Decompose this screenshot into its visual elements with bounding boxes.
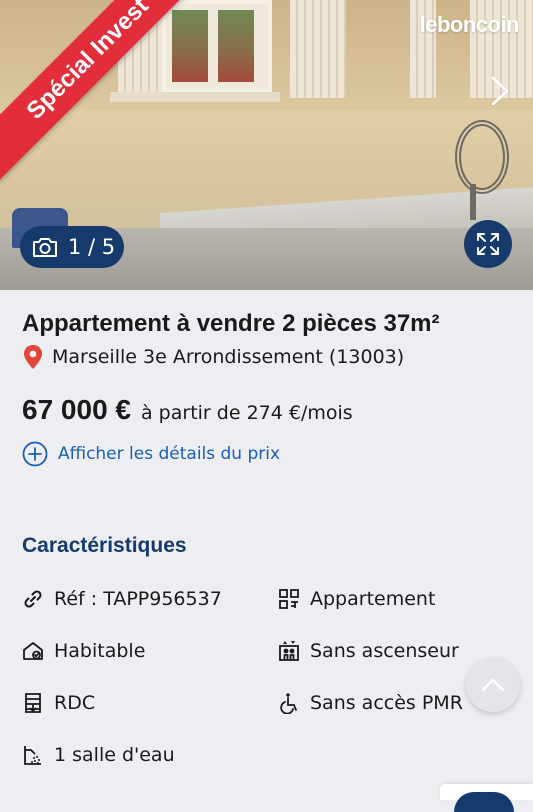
feature-label: 1 salle d'eau bbox=[54, 744, 175, 766]
link-icon bbox=[24, 590, 42, 608]
feature-label: Sans ascenseur bbox=[310, 640, 459, 662]
price-details-link[interactable]: Afficher les détails du prix bbox=[22, 441, 280, 467]
floor-icon bbox=[25, 693, 41, 713]
wheelchair-icon bbox=[280, 693, 297, 714]
price-row: 67 000 € à partir de 274 €/mois bbox=[22, 394, 353, 426]
house-check-icon bbox=[23, 642, 43, 660]
listing-photo[interactable]: Spécial Invest leboncoin 1 / 5 bbox=[0, 0, 533, 290]
price-details-text: Afficher les détails du prix bbox=[58, 444, 281, 464]
chevron-right-icon[interactable] bbox=[487, 74, 513, 108]
fullscreen-button[interactable] bbox=[464, 220, 512, 268]
photo-counter-text: 1 / 5 bbox=[68, 235, 116, 259]
location-pin-icon bbox=[24, 345, 42, 369]
feature-floor: RDC bbox=[22, 692, 95, 714]
photo-shutter bbox=[290, 0, 346, 98]
shower-icon bbox=[24, 746, 41, 765]
feature-type: Appartement bbox=[278, 588, 435, 610]
feature-label: Habitable bbox=[54, 640, 146, 662]
price: 67 000 € bbox=[22, 394, 131, 425]
photo-counter[interactable]: 1 / 5 bbox=[20, 226, 124, 268]
photo-sill bbox=[110, 92, 280, 102]
listing-location: Marseille 3e Arrondissement (13003) bbox=[22, 344, 404, 370]
feature-label: Sans accès PMR bbox=[310, 692, 463, 714]
feature-condition: Habitable bbox=[22, 640, 145, 662]
elevator-icon bbox=[279, 641, 299, 661]
feature-label: Appartement bbox=[310, 588, 436, 610]
feature-label: Réf : TAPP956537 bbox=[54, 588, 222, 610]
photo-hose bbox=[455, 120, 509, 194]
location-text: Marseille 3e Arrondissement (13003) bbox=[52, 346, 405, 368]
camera-icon bbox=[33, 238, 57, 257]
photo-window bbox=[162, 0, 272, 92]
feature-elevator: Sans ascenseur bbox=[278, 640, 459, 662]
chevron-up-icon bbox=[481, 678, 505, 692]
plus-circle-icon bbox=[22, 441, 48, 467]
monthly-price: à partir de 274 €/mois bbox=[141, 402, 353, 424]
brand-logo: leboncoin bbox=[419, 12, 520, 37]
expand-icon bbox=[477, 233, 499, 255]
scroll-to-top-button[interactable] bbox=[466, 658, 520, 712]
photo-pipe bbox=[470, 184, 476, 220]
floating-widget-tab[interactable] bbox=[440, 784, 533, 812]
building-grid-icon bbox=[279, 589, 299, 609]
characteristics-title: Caractéristiques bbox=[22, 534, 187, 557]
feature-label: RDC bbox=[54, 692, 96, 714]
feature-bathroom: 1 salle d'eau bbox=[22, 744, 175, 766]
feature-accessibility: Sans accès PMR bbox=[278, 692, 463, 714]
listing-title: Appartement à vendre 2 pièces 37m² bbox=[22, 310, 440, 337]
feature-reference: Réf : TAPP956537 bbox=[22, 588, 222, 610]
